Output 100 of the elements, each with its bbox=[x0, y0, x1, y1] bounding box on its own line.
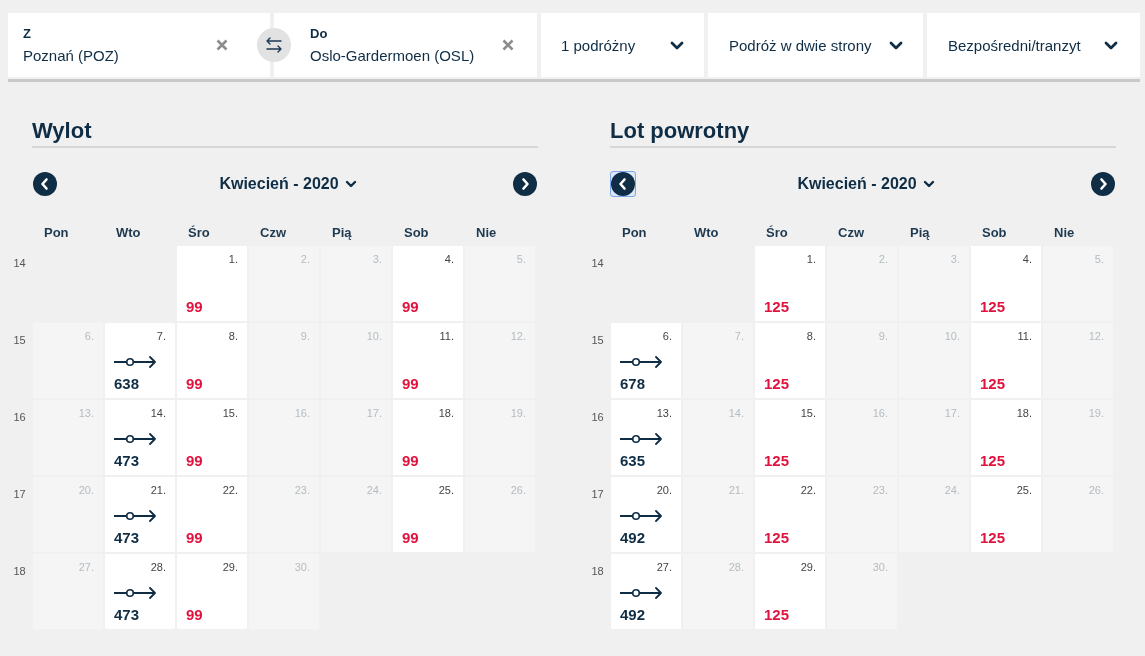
weekday-label: Sob bbox=[981, 224, 1008, 240]
day-number: 29. bbox=[800, 560, 816, 574]
day-number: 22. bbox=[800, 483, 816, 497]
price: 473 bbox=[114, 452, 140, 470]
swap-arrows-icon[interactable] bbox=[257, 28, 291, 62]
day-cell[interactable]: 1. 99 bbox=[177, 246, 247, 321]
day-cell[interactable]: 22. 99 bbox=[177, 477, 247, 552]
day-cell[interactable]: 14. 473 bbox=[105, 400, 175, 475]
day-cell[interactable]: 20. 492 bbox=[611, 477, 681, 552]
price: 99 bbox=[186, 606, 203, 624]
weekday-label: Śro bbox=[765, 224, 789, 240]
field-value: Oslo-Gardermoen (OSL) bbox=[310, 46, 475, 65]
day-cell[interactable]: 4. 125 bbox=[971, 246, 1041, 321]
week-number: 14 bbox=[591, 257, 604, 269]
price: 125 bbox=[980, 452, 1006, 470]
one-stop-arrow-icon bbox=[620, 433, 662, 445]
day-number: 15. bbox=[222, 406, 238, 420]
dropdown-button[interactable]: Podróż w dwie strony bbox=[708, 13, 923, 77]
weekday-label: Śro bbox=[187, 224, 211, 240]
day-number: 6. bbox=[662, 329, 672, 343]
price: 99 bbox=[402, 529, 419, 547]
weekday-label: Wto bbox=[693, 224, 720, 240]
chevron-down-icon bbox=[670, 40, 684, 50]
day-cell[interactable]: 25. 99 bbox=[393, 477, 463, 552]
day-cell[interactable]: 11. 125 bbox=[971, 323, 1041, 398]
day-cell[interactable]: 15. 99 bbox=[177, 400, 247, 475]
day-number: 17. bbox=[944, 406, 960, 420]
day-number: 19. bbox=[1088, 406, 1104, 420]
week-number: 17 bbox=[13, 488, 26, 500]
day-number: 10. bbox=[366, 329, 382, 343]
week-number: 14 bbox=[13, 257, 26, 269]
week-number: 15 bbox=[13, 334, 26, 346]
day-number: 1. bbox=[228, 252, 238, 266]
price: 99 bbox=[186, 375, 203, 393]
calendar-title: Wylot bbox=[32, 117, 538, 148]
day-number: 29. bbox=[222, 560, 238, 574]
day-number: 28. bbox=[150, 560, 166, 574]
month-dropdown[interactable]: Kwiecień - 2020 bbox=[797, 173, 935, 195]
day-cell[interactable]: 18. 99 bbox=[393, 400, 463, 475]
day-number: 1. bbox=[806, 252, 816, 266]
destination-field[interactable]: Do Oslo-Gardermoen (OSL) bbox=[274, 13, 537, 77]
day-number: 14. bbox=[728, 406, 744, 420]
day-cell[interactable]: 15. 125 bbox=[755, 400, 825, 475]
month-dropdown[interactable]: Kwiecień - 2020 bbox=[219, 173, 357, 195]
day-cell[interactable]: 8. 125 bbox=[755, 323, 825, 398]
day-number: 3. bbox=[372, 252, 382, 266]
day-cell[interactable]: 27. 492 bbox=[611, 554, 681, 629]
previous-month-button[interactable] bbox=[610, 171, 636, 197]
week-number: 18 bbox=[13, 565, 26, 577]
day-cell[interactable]: 25. 125 bbox=[971, 477, 1041, 552]
day-number: 7. bbox=[156, 329, 166, 343]
one-stop-arrow-icon bbox=[620, 587, 662, 599]
chevron-down-icon bbox=[1104, 40, 1118, 50]
field-label: Z bbox=[23, 25, 32, 42]
day-number: 15. bbox=[800, 406, 816, 420]
week-number: 18 bbox=[591, 565, 604, 577]
previous-month-button[interactable] bbox=[32, 171, 58, 197]
day-cell[interactable]: 28. 473 bbox=[105, 554, 175, 629]
day-cell[interactable]: 29. 125 bbox=[755, 554, 825, 629]
day-cell[interactable]: 22. 125 bbox=[755, 477, 825, 552]
dropdown-button[interactable]: Bezpośredni/tranzyt bbox=[927, 13, 1140, 77]
day-cell[interactable]: 11. 99 bbox=[393, 323, 463, 398]
price: 125 bbox=[764, 452, 790, 470]
chevron-down-icon bbox=[922, 180, 935, 188]
price: 99 bbox=[186, 452, 203, 470]
day-cell[interactable]: 18. 125 bbox=[971, 400, 1041, 475]
next-month-button[interactable] bbox=[1090, 171, 1116, 197]
day-number: 16. bbox=[872, 406, 888, 420]
day-cell[interactable]: 6. 678 bbox=[611, 323, 681, 398]
price: 638 bbox=[114, 375, 140, 393]
clear-icon[interactable] bbox=[502, 39, 514, 51]
day-number: 21. bbox=[728, 483, 744, 497]
one-stop-arrow-icon bbox=[114, 356, 156, 368]
clear-icon[interactable] bbox=[216, 39, 228, 51]
price: 125 bbox=[980, 529, 1006, 547]
day-number: 24. bbox=[366, 483, 382, 497]
day-number: 2. bbox=[878, 252, 888, 266]
chevron-left-icon bbox=[33, 172, 57, 196]
day-number: 30. bbox=[872, 560, 888, 574]
day-cell[interactable]: 8. 99 bbox=[177, 323, 247, 398]
weekday-label: Sob bbox=[403, 224, 430, 240]
day-number: 7. bbox=[734, 329, 744, 343]
day-cell[interactable]: 1. 125 bbox=[755, 246, 825, 321]
day-cell[interactable]: 29. 99 bbox=[177, 554, 247, 629]
day-cell[interactable]: 21. 473 bbox=[105, 477, 175, 552]
one-stop-arrow-icon bbox=[114, 510, 156, 522]
price: 125 bbox=[764, 298, 790, 316]
one-stop-arrow-icon bbox=[114, 433, 156, 445]
origin-field[interactable]: Z Poznań (POZ) bbox=[8, 13, 270, 77]
price: 125 bbox=[764, 375, 790, 393]
day-number: 30. bbox=[294, 560, 310, 574]
weekday-label: Nie bbox=[1053, 224, 1076, 240]
day-number: 19. bbox=[510, 406, 526, 420]
day-cell[interactable]: 7. 638 bbox=[105, 323, 175, 398]
next-month-button[interactable] bbox=[512, 171, 538, 197]
day-cell[interactable]: 4. 99 bbox=[393, 246, 463, 321]
day-number: 18. bbox=[1016, 406, 1032, 420]
day-cell[interactable]: 13. 635 bbox=[611, 400, 681, 475]
week-number: 17 bbox=[591, 488, 604, 500]
dropdown-button[interactable]: 1 podróżny bbox=[541, 13, 704, 77]
